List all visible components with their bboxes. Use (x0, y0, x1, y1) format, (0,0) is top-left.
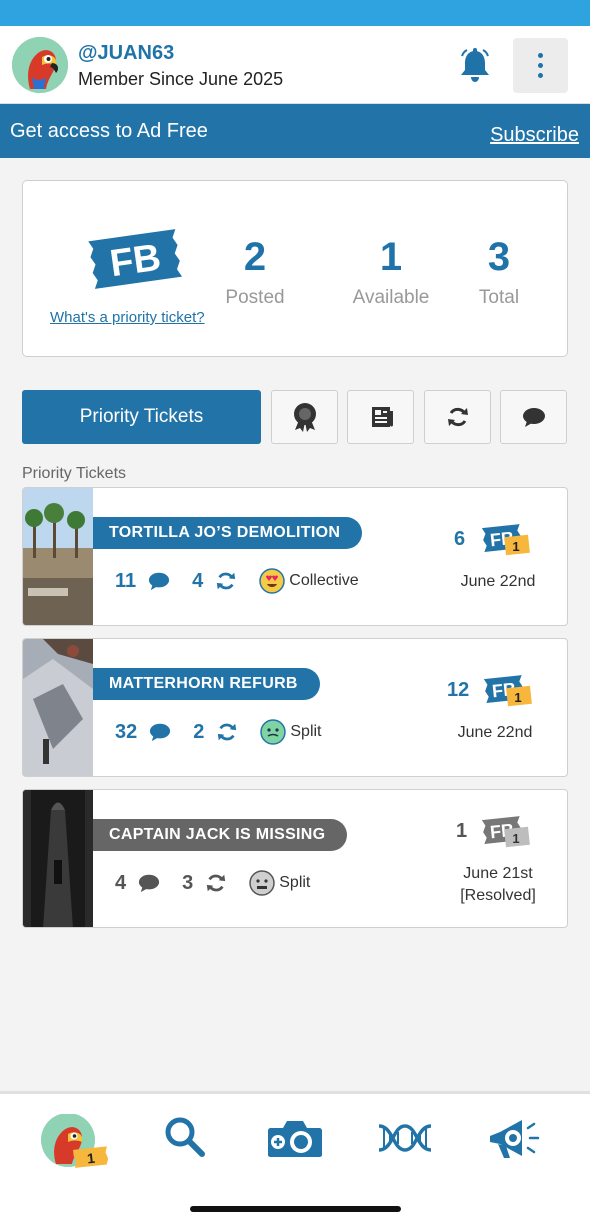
comment-icon (150, 723, 171, 742)
profile-header: @JUAN63 Member Since June 2025 (0, 26, 590, 104)
ticket-count: 6 (454, 528, 466, 550)
refresh-icon (207, 874, 226, 892)
nav-profile[interactable]: 1 (40, 1113, 110, 1177)
ticket-thumbnail (23, 790, 93, 927)
subscribe-link[interactable]: Subscribe (490, 124, 579, 147)
megaphone-icon (490, 1120, 540, 1158)
tab-reposts[interactable] (424, 390, 491, 444)
ticket-date: June 22nd (457, 724, 533, 741)
ticket-card[interactable]: TORTILLA JO’S DEMOLITION 11 4 Collective… (22, 487, 568, 626)
ticket-title: CAPTAIN JACK IS MISSING (93, 819, 348, 851)
stat-value: 2 (243, 235, 267, 279)
ticket-tag: Collective (289, 572, 359, 589)
repost-count: 2 (193, 720, 205, 743)
stat-label: Total (478, 287, 520, 308)
stat-label: Posted (225, 287, 285, 308)
repost-count: 4 (192, 569, 204, 592)
stat-total: 3 Total (449, 233, 549, 309)
bell-icon[interactable] (459, 48, 491, 82)
section-label: Priority Tickets (22, 465, 127, 482)
ticket-date: June 22nd (460, 573, 536, 590)
comment-icon (139, 874, 160, 893)
mini-ticket-icon: FB 1 (481, 524, 530, 556)
nav-camera[interactable] (267, 1118, 323, 1163)
add-photo-camera-icon (268, 1121, 322, 1157)
tab-comments[interactable] (500, 390, 567, 444)
svg-text:1: 1 (514, 690, 521, 705)
status-bar (0, 0, 590, 26)
ticket-count: 12 (447, 679, 470, 701)
ticket-title: MATTERHORN REFURB (93, 668, 320, 700)
svg-text:FB: FB (107, 237, 163, 286)
stat-value: 1 (379, 235, 403, 279)
home-indicator (190, 1206, 401, 1212)
ticket-stats-card: FB What's a priority ticket? 2 Posted 1 … (22, 180, 568, 357)
refresh-icon (217, 572, 236, 590)
ticket-thumbnail (23, 639, 93, 776)
dot-icon (538, 53, 543, 58)
newspaper-icon (371, 407, 393, 427)
ticket-date-status: June 21st [Resolved] (438, 863, 558, 907)
bottom-navigation: 1 (0, 1091, 590, 1224)
comment-count: 11 (115, 569, 137, 592)
tab-priority-tickets[interactable]: Priority Tickets (22, 390, 261, 444)
nav-search[interactable] (164, 1116, 206, 1163)
ticket-count: 1 (456, 820, 468, 842)
comment-icon (522, 408, 545, 427)
refresh-icon (447, 407, 468, 427)
stat-value: 3 (487, 235, 511, 279)
ticket-metrics: 11 4 Collective (115, 564, 359, 598)
stat-label: Available (352, 287, 430, 308)
ad-free-text: Get access to Ad Free (10, 120, 208, 142)
repost-count: 3 (182, 871, 194, 894)
ticket-tag: Split (290, 723, 322, 740)
heart-eyes-emoji-icon (259, 568, 286, 594)
mini-ticket-icon: FB 1 (483, 675, 532, 707)
more-menu-button[interactable] (513, 38, 568, 93)
sick-emoji-icon (260, 719, 287, 745)
priority-ticket-info-link[interactable]: What's a priority ticket? (50, 309, 205, 326)
ticket-tag: Split (279, 874, 311, 891)
profile-avatar-icon: 1 (41, 1113, 109, 1168)
dna-icon (378, 1124, 432, 1152)
dot-icon (538, 63, 543, 68)
ticket-thumbnail (23, 488, 93, 625)
dot-icon (538, 73, 543, 78)
refresh-icon (218, 723, 237, 741)
neutral-emoji-icon (249, 870, 275, 896)
search-icon (165, 1117, 205, 1157)
ad-free-banner: Get access to Ad Free Subscribe (0, 104, 590, 158)
ticket-metrics: 4 3 Split (115, 866, 310, 900)
comment-count: 32 (115, 720, 138, 743)
ticket-card[interactable]: CAPTAIN JACK IS MISSING 4 3 Split 1 FB 1… (22, 789, 568, 928)
tab-news[interactable] (347, 390, 414, 444)
nav-dna[interactable] (377, 1122, 433, 1159)
ticket-metrics: 32 2 Split (115, 715, 322, 749)
stat-available: 1 Available (341, 233, 441, 309)
nav-announcements[interactable] (486, 1114, 542, 1167)
username: @JUAN63 (78, 42, 175, 64)
user-avatar[interactable] (12, 37, 68, 93)
mini-ticket-icon: FB 1 (481, 816, 530, 848)
svg-text:1: 1 (512, 831, 519, 846)
ticket-status: [Resolved] (460, 887, 536, 904)
fb-ticket-logo: FB (88, 229, 183, 289)
award-icon (293, 403, 316, 432)
ticket-date: June 21st (463, 865, 533, 882)
comment-count: 4 (115, 871, 127, 894)
ticket-card[interactable]: MATTERHORN REFURB 32 2 Split 12 FB 1 Jun… (22, 638, 568, 777)
tab-badges[interactable] (271, 390, 338, 444)
comment-icon (149, 572, 170, 591)
ticket-title: TORTILLA JO’S DEMOLITION (93, 517, 363, 549)
svg-text:1: 1 (512, 539, 519, 554)
member-since: Member Since June 2025 (78, 69, 284, 89)
stat-posted: 2 Posted (205, 233, 305, 309)
